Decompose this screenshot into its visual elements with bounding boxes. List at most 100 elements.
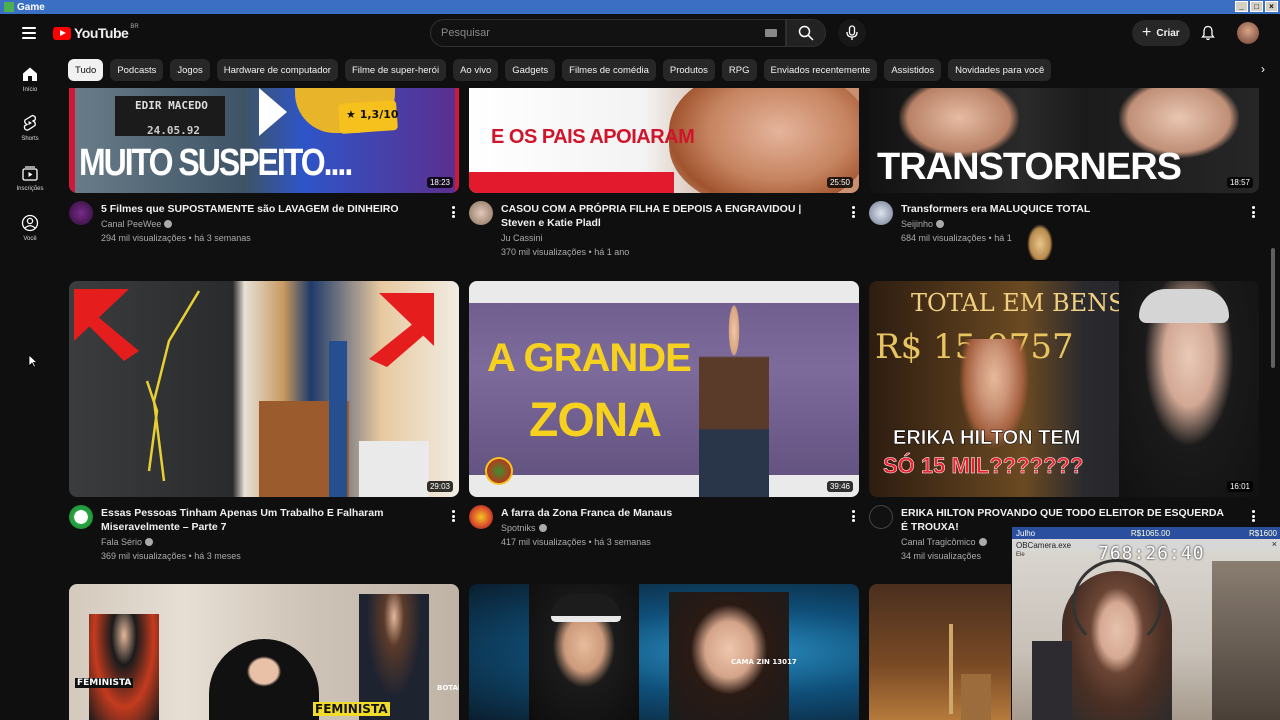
sidebar-item-label: Inscrições	[16, 186, 44, 192]
chip-novidades[interactable]: Novidades para você	[948, 59, 1052, 81]
video-thumbnail[interactable]: CAMA ZIN 13017	[469, 584, 859, 720]
video-meta: 370 mil visualizações • há 1 ano	[501, 247, 630, 257]
verified-icon	[145, 538, 154, 546]
chip-tudo[interactable]: Tudo	[68, 59, 104, 81]
more-options-icon[interactable]	[851, 206, 855, 218]
sidebar-item-home[interactable]: Início	[0, 65, 60, 93]
sidebar-item-you[interactable]: Você	[0, 214, 60, 242]
chicken-sticker	[1027, 224, 1053, 260]
subathon-timer: 768:26:40	[1098, 543, 1205, 564]
channel-name[interactable]: Canal Tragicômico	[901, 537, 987, 547]
sidebar-item-label: Início	[22, 87, 38, 93]
chip-ao-vivo[interactable]: Ao vivo	[453, 59, 499, 81]
rating-text: 1,3/10	[359, 108, 399, 121]
more-options-icon[interactable]	[851, 510, 855, 522]
verified-icon	[538, 524, 547, 532]
mini-guide: Início Shorts Inscrições Você	[0, 54, 60, 720]
video-card: TOTAL EM BENS: R$ 15.9757 ERIKA HILTON T…	[869, 281, 1259, 566]
channel-avatar[interactable]	[869, 201, 893, 225]
channel-avatar[interactable]	[469, 201, 493, 225]
close-icon[interactable]: ×	[1265, 1, 1278, 12]
video-thumbnail[interactable]: FEMINISTA FEMINISTA BOTAH	[69, 584, 459, 720]
duration-badge: 18:23	[426, 177, 453, 188]
maximize-icon[interactable]: □	[1250, 1, 1263, 12]
more-options-icon[interactable]	[451, 510, 455, 522]
mouse-cursor-icon	[28, 354, 38, 368]
window-titlebar: Game _ □ ×	[0, 0, 1280, 14]
chip-rpg[interactable]: RPG	[721, 59, 757, 81]
sidebar-item-subscriptions[interactable]: Inscrições	[0, 164, 60, 192]
video-title[interactable]: A farra da Zona Franca de Manaus	[501, 506, 831, 520]
duration-badge: 25:50	[826, 177, 853, 188]
chip-podcasts[interactable]: Podcasts	[110, 59, 164, 81]
verified-icon	[164, 220, 173, 228]
keyboard-icon[interactable]	[765, 29, 777, 37]
chip-enviados[interactable]: Enviados recentemente	[763, 59, 878, 81]
more-options-icon[interactable]	[451, 206, 455, 218]
more-options-icon[interactable]	[1251, 510, 1255, 522]
video-meta: 34 mil visualizações	[901, 551, 982, 561]
video-card: CAMA ZIN 13017	[469, 584, 859, 720]
video-card: 29:03 Essas Pessoas Tinham Apenas Um Tra…	[69, 281, 459, 566]
video-thumbnail[interactable]: A GRANDE ZONA 39:46	[469, 281, 859, 497]
sidebar-item-label: Você	[23, 236, 37, 242]
thumb-title-text: E OS PAIS APOIARAM	[491, 126, 695, 148]
channel-name[interactable]: Ju Cassini	[501, 233, 543, 243]
notifications-bell-icon[interactable]	[1200, 25, 1216, 41]
channel-name[interactable]: Fala Sério	[101, 537, 154, 547]
chip-jogos[interactable]: Jogos	[170, 59, 210, 81]
video-title[interactable]: Transformers era MALUQUICE TOTAL	[901, 202, 1231, 216]
chip-hardware[interactable]: Hardware de computador	[216, 59, 338, 81]
chip-gadgets[interactable]: Gadgets	[505, 59, 556, 81]
goal-target: R$1600	[1248, 528, 1277, 538]
duration-badge: 18:57	[1226, 177, 1253, 188]
youtube-logo[interactable]: YouTube BR	[53, 24, 139, 41]
country-code: BR	[130, 24, 139, 30]
video-meta: 417 mil visualizações • há 3 semanas	[501, 537, 651, 547]
channel-name-text: Fala Sério	[101, 537, 143, 547]
channel-name[interactable]: Spotniks	[501, 523, 547, 533]
video-thumbnail[interactable]: TRANSTORNERS 18:57	[869, 88, 1259, 193]
video-title[interactable]: Essas Pessoas Tinham Apenas Um Trabalho …	[101, 506, 431, 534]
video-title[interactable]: CASOU COM A PRÓPRIA FILHA E DEPOIS A ENG…	[501, 202, 831, 230]
thumb-art	[74, 289, 434, 497]
more-options-icon[interactable]	[1251, 206, 1255, 218]
video-thumbnail[interactable]: EDIR MACEDO 24.05.92 ★ 1,3/10 MUITO SUSP…	[69, 88, 459, 193]
masthead: YouTube BR + Criar	[0, 14, 1280, 54]
chip-comedia[interactable]: Filmes de comédia	[562, 59, 656, 81]
video-thumbnail[interactable]: 29:03	[69, 281, 459, 497]
app-icon	[4, 2, 14, 12]
video-thumbnail[interactable]: E OS PAIS APOIARAM 25:50	[469, 88, 859, 193]
voice-search-button[interactable]	[838, 19, 866, 47]
chip-produtos[interactable]: Produtos	[662, 59, 715, 81]
search-input[interactable]	[441, 27, 741, 39]
goal-current: R$1065.00	[1130, 528, 1171, 538]
scrollbar-thumb[interactable]	[1271, 248, 1275, 368]
menu-icon[interactable]	[22, 27, 36, 39]
thumb-title-text: A GRANDE	[487, 336, 692, 380]
donation-goal-bar: Julho R$1065.00 R$1600	[1012, 527, 1280, 539]
close-icon[interactable]: ×	[1272, 539, 1277, 549]
chip-super-heroi[interactable]: Filme de super-herói	[344, 59, 447, 81]
video-thumbnail[interactable]	[869, 584, 1011, 720]
channel-avatar[interactable]	[69, 505, 93, 529]
video-thumbnail[interactable]: TOTAL EM BENS: R$ 15.9757 ERIKA HILTON T…	[869, 281, 1259, 497]
account-avatar[interactable]	[1237, 22, 1259, 44]
video-title[interactable]: 5 Filmes que SUPOSTAMENTE são LAVAGEM de…	[101, 202, 431, 216]
plus-icon: +	[1142, 24, 1152, 41]
chip-assistidos[interactable]: Assistidos	[884, 59, 942, 81]
channel-avatar[interactable]	[469, 505, 493, 529]
sidebar-item-shorts[interactable]: Shorts	[0, 114, 60, 142]
search-button[interactable]	[786, 19, 826, 47]
chevron-right-icon[interactable]: ›	[1261, 62, 1265, 76]
video-card: TRANSTORNERS 18:57 Transformers era MALU…	[869, 88, 1259, 260]
channel-avatar[interactable]	[69, 201, 93, 225]
channel-name[interactable]: Seijinho	[901, 219, 945, 229]
create-button[interactable]: + Criar	[1132, 20, 1190, 46]
video-card: A GRANDE ZONA 39:46 A farra da Zona Fran…	[469, 281, 859, 551]
channel-name[interactable]: Canal PeeWee	[101, 219, 173, 229]
minimize-icon[interactable]: _	[1235, 1, 1248, 12]
filter-chip-bar: Tudo Podcasts Jogos Hardware de computad…	[68, 59, 1052, 81]
shorts-icon	[23, 114, 37, 131]
channel-avatar[interactable]	[869, 505, 893, 529]
